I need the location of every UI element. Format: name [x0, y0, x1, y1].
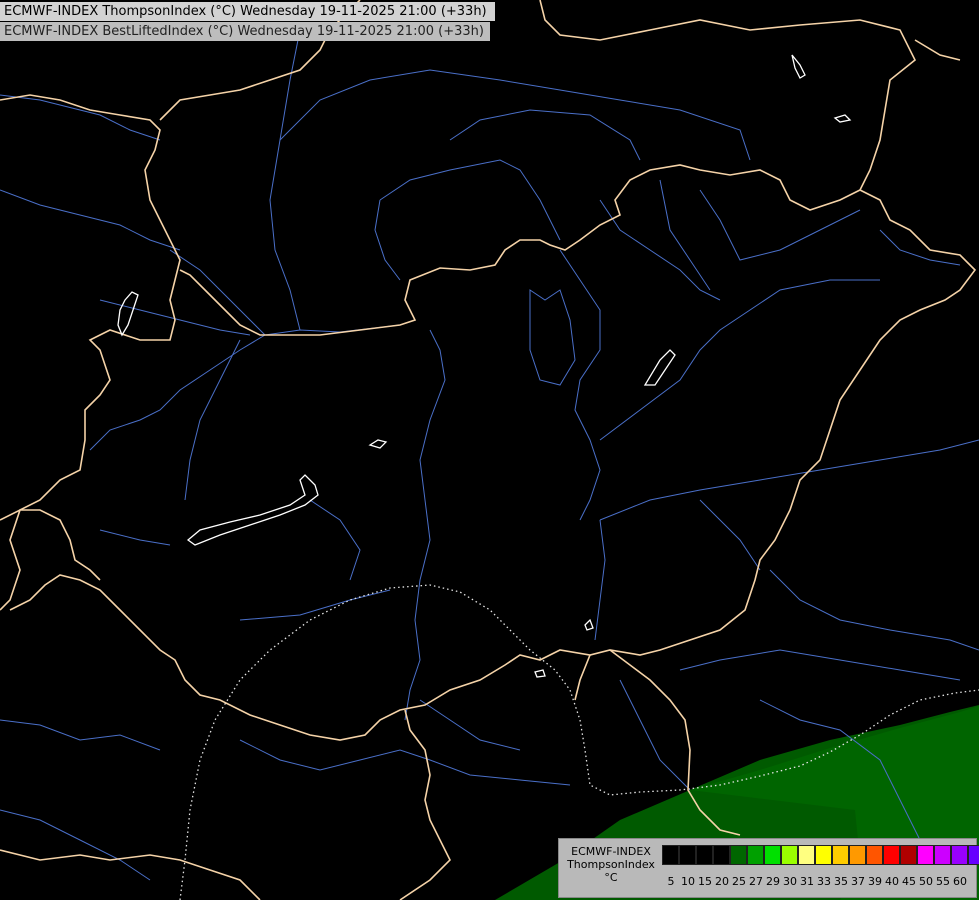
color-legend: ECMWF-INDEX ThompsonIndex °C 5 10 15 20 25 27… — [558, 838, 979, 898]
legend-swatches — [662, 845, 979, 865]
legend-title-index: ThompsonIndex — [567, 858, 655, 871]
legend-swatch — [798, 845, 815, 865]
legend-swatch — [730, 845, 747, 865]
legend-title-model: ECMWF-INDEX — [571, 845, 651, 858]
legend-swatch — [900, 845, 917, 865]
legend-swatch — [866, 845, 883, 865]
legend-tick-label: 29 — [766, 875, 780, 888]
legend-tick-label: 33 — [817, 875, 831, 888]
legend-tick-label: 5 — [667, 875, 675, 888]
legend-tick-label: 55 — [936, 875, 950, 888]
legend-swatch — [849, 845, 866, 865]
legend-swatch — [951, 845, 968, 865]
legend-swatch — [679, 845, 696, 865]
legend-swatch — [815, 845, 832, 865]
legend-swatch — [934, 845, 951, 865]
legend-swatch — [764, 845, 781, 865]
legend-swatch — [662, 845, 679, 865]
legend-tick-label: 39 — [868, 875, 882, 888]
legend-swatch — [968, 845, 979, 865]
map-title-secondary: ECMWF-INDEX BestLiftedIndex (°C) Wednesd… — [0, 22, 490, 41]
legend-tick-label: 20 — [715, 875, 729, 888]
legend-tick-label: 45 — [902, 875, 916, 888]
legend-swatch — [713, 845, 730, 865]
legend-swatch — [696, 845, 713, 865]
legend-unit: °C — [604, 871, 618, 884]
legend-swatch — [917, 845, 934, 865]
legend-swatch — [747, 845, 764, 865]
legend-tick-label: 27 — [749, 875, 763, 888]
legend-swatch — [832, 845, 849, 865]
legend-tick-label: 25 — [732, 875, 746, 888]
legend-tick-label: 37 — [851, 875, 865, 888]
legend-swatch — [781, 845, 798, 865]
legend-swatch — [883, 845, 900, 865]
legend-tick-label: 10 — [681, 875, 695, 888]
legend-tick-label: 40 — [885, 875, 899, 888]
legend-tick-label: 15 — [698, 875, 712, 888]
legend-tick-label: 50 — [919, 875, 933, 888]
legend-tick-label: 35 — [834, 875, 848, 888]
legend-tick-label: 60 — [953, 875, 967, 888]
legend-label: ECMWF-INDEX ThompsonIndex °C — [561, 845, 661, 884]
legend-ticks: 5 10 15 20 25 27 29 30 31 33 35 37 39 40 45 50 55 60 — [662, 875, 972, 889]
legend-tick-label: 31 — [800, 875, 814, 888]
map-title-primary: ECMWF-INDEX ThompsonIndex (°C) Wednesday… — [0, 2, 495, 21]
legend-tick-label: 30 — [783, 875, 797, 888]
forecast-map — [0, 0, 979, 900]
